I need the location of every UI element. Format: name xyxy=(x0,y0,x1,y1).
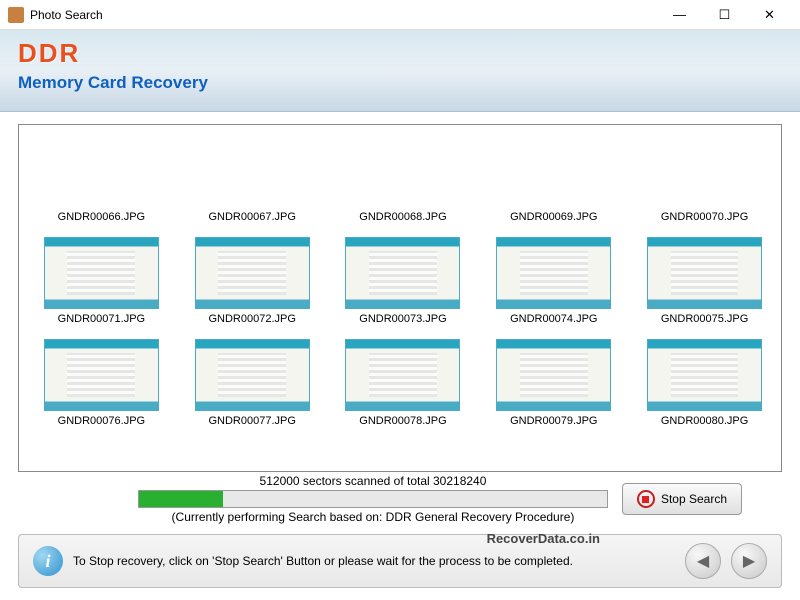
thumbnail-label: GNDR00066.JPG xyxy=(58,211,145,223)
next-button[interactable]: ▶ xyxy=(731,543,767,579)
thumbnail-image xyxy=(496,339,611,411)
thumbnail-item[interactable]: GNDR00071.JPG xyxy=(29,237,174,333)
thumbnail-label: GNDR00080.JPG xyxy=(661,415,748,427)
thumbnail-image xyxy=(496,237,611,309)
logo-text: DDR xyxy=(18,38,782,69)
thumbnail-item[interactable]: GNDR00067.JPG xyxy=(180,135,325,231)
thumbnail-image xyxy=(647,237,762,309)
thumbnail-item[interactable]: GNDR00069.JPG xyxy=(481,135,626,231)
thumbnail-label: GNDR00071.JPG xyxy=(58,313,145,325)
thumbnail-item[interactable]: GNDR00068.JPG xyxy=(331,135,476,231)
thumbnail-label: GNDR00068.JPG xyxy=(359,211,446,223)
thumbnail-item[interactable]: GNDR00072.JPG xyxy=(180,237,325,333)
stop-button-label: Stop Search xyxy=(661,492,727,506)
minimize-button[interactable]: — xyxy=(657,1,702,29)
thumbnail-image xyxy=(647,135,762,207)
footer-text: To Stop recovery, click on 'Stop Search'… xyxy=(73,554,675,568)
thumbnail-label: GNDR00070.JPG xyxy=(661,211,748,223)
watermark: RecoverData.co.in xyxy=(487,531,600,546)
progress-fill xyxy=(139,491,223,507)
thumbnail-image xyxy=(44,135,159,207)
thumbnail-label: GNDR00073.JPG xyxy=(359,313,446,325)
thumbnail-label: GNDR00067.JPG xyxy=(208,211,295,223)
thumbnail-image xyxy=(44,237,159,309)
thumbnail-label: GNDR00072.JPG xyxy=(208,313,295,325)
thumbnail-label: GNDR00069.JPG xyxy=(510,211,597,223)
thumbnail-item[interactable]: GNDR00077.JPG xyxy=(180,339,325,435)
thumbnail-item[interactable]: GNDR00066.JPG xyxy=(29,135,174,231)
titlebar: Photo Search — ☐ ✕ xyxy=(0,0,800,30)
progress-text: 512000 sectors scanned of total 30218240 xyxy=(260,474,487,488)
stop-search-button[interactable]: Stop Search xyxy=(622,483,742,515)
thumbnail-label: GNDR00078.JPG xyxy=(359,415,446,427)
thumbnail-image xyxy=(44,339,159,411)
header-banner: DDR Memory Card Recovery xyxy=(0,30,800,112)
footer-bar: i To Stop recovery, click on 'Stop Searc… xyxy=(18,534,782,588)
thumbnail-image xyxy=(195,135,310,207)
maximize-button[interactable]: ☐ xyxy=(702,1,747,29)
thumbnail-image xyxy=(496,135,611,207)
thumbnail-label: GNDR00074.JPG xyxy=(510,313,597,325)
progress-bar xyxy=(138,490,608,508)
close-button[interactable]: ✕ xyxy=(747,1,792,29)
thumbnail-scroll[interactable]: GNDR00066.JPG GNDR00067.JPG GNDR00068.JPG G… xyxy=(29,135,777,461)
thumbnail-item[interactable]: GNDR00074.JPG xyxy=(481,237,626,333)
thumbnail-image xyxy=(345,237,460,309)
info-icon: i xyxy=(33,546,63,576)
stop-icon xyxy=(637,490,655,508)
thumbnail-image xyxy=(345,339,460,411)
thumbnail-grid-frame: GNDR00066.JPG GNDR00067.JPG GNDR00068.JPG G… xyxy=(18,124,782,472)
progress-row: 512000 sectors scanned of total 30218240… xyxy=(18,474,782,524)
main-area: GNDR00066.JPG GNDR00067.JPG GNDR00068.JPG G… xyxy=(0,112,800,524)
thumbnail-image xyxy=(195,237,310,309)
prev-button[interactable]: ◀ xyxy=(685,543,721,579)
thumbnail-item[interactable]: GNDR00073.JPG xyxy=(331,237,476,333)
app-icon xyxy=(8,7,24,23)
window-title: Photo Search xyxy=(30,8,657,22)
thumbnail-image xyxy=(647,339,762,411)
thumbnail-label: GNDR00077.JPG xyxy=(208,415,295,427)
thumbnail-image xyxy=(345,135,460,207)
thumbnail-label: GNDR00075.JPG xyxy=(661,313,748,325)
thumbnail-item[interactable]: GNDR00078.JPG xyxy=(331,339,476,435)
progress-subtext: (Currently performing Search based on: D… xyxy=(172,510,575,524)
thumbnail-item[interactable]: GNDR00075.JPG xyxy=(632,237,777,333)
header-subtitle: Memory Card Recovery xyxy=(18,73,782,93)
thumbnail-image xyxy=(195,339,310,411)
thumbnail-label: GNDR00076.JPG xyxy=(58,415,145,427)
thumbnail-item[interactable]: GNDR00070.JPG xyxy=(632,135,777,231)
thumbnail-label: GNDR00079.JPG xyxy=(510,415,597,427)
thumbnail-item[interactable]: GNDR00076.JPG xyxy=(29,339,174,435)
thumbnail-item[interactable]: GNDR00080.JPG xyxy=(632,339,777,435)
thumbnail-item[interactable]: GNDR00079.JPG xyxy=(481,339,626,435)
